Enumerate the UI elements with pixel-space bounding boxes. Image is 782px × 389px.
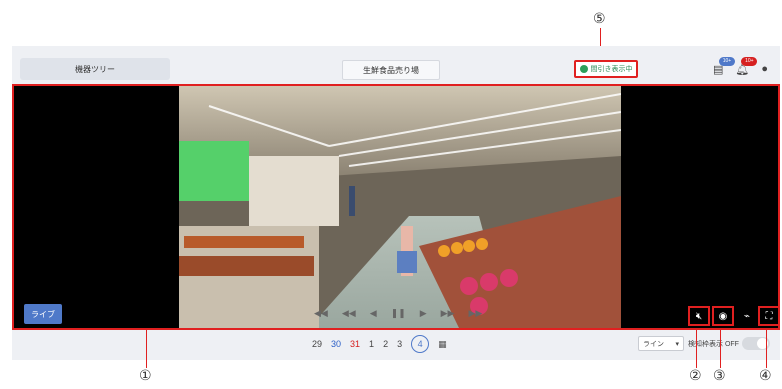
video-player[interactable]: ライブ ◀◀ ◀◀ ◀ ❚❚ ▶ ▶▶ ▶▶ 🔇︎ ◉ ⌁ ⛶	[12, 84, 780, 330]
play-icon[interactable]: ▶	[420, 308, 427, 319]
message-icon[interactable]: ▤ 10+	[713, 56, 735, 76]
camera-icon: ◉	[718, 310, 728, 322]
callout-2-leader	[696, 330, 697, 368]
camera-feed-image	[179, 86, 621, 328]
bell-icon[interactable]: 🔔︎ 10+	[735, 56, 758, 76]
info-icon	[579, 65, 588, 73]
thinned-display-indicator[interactable]: 間引き表示中	[574, 60, 638, 78]
callout-3: ③	[713, 367, 726, 383]
calendar-icon[interactable]: ▦	[438, 339, 447, 350]
line-toggle-button[interactable]: ⌁	[736, 306, 758, 326]
thinned-display-label: 間引き表示中	[590, 66, 633, 73]
callout-3-leader	[720, 330, 721, 368]
location-label: 生鮮食品売り場	[363, 65, 419, 75]
alert-badge: 10+	[741, 56, 758, 66]
speaker-mute-icon: 🔇︎	[695, 310, 703, 322]
skip-back-icon[interactable]: ◀◀	[314, 308, 328, 319]
fullscreen-button[interactable]: ⛶	[758, 306, 780, 326]
snapshot-button[interactable]: ◉	[712, 306, 734, 326]
date-item[interactable]: 31	[350, 339, 360, 349]
mute-button[interactable]: 🔇︎	[688, 306, 710, 326]
live-label: ライブ	[31, 309, 55, 319]
date-item[interactable]: 29	[312, 339, 322, 349]
header-icons: ▤ 10+ 🔔︎ 10+ ●	[713, 56, 768, 78]
date-item[interactable]: 3	[397, 339, 402, 349]
forward-icon[interactable]: ▶▶	[441, 308, 455, 319]
user-icon[interactable]: ●	[761, 63, 768, 75]
message-badge: 10+	[718, 56, 735, 66]
callout-2: ②	[689, 367, 702, 383]
playback-controls: ◀◀ ◀◀ ◀ ❚❚ ▶ ▶▶ ▶▶	[314, 308, 482, 319]
callout-4: ④	[759, 367, 772, 383]
top-bar: 機器ツリー 生鮮食品売り場 間引き表示中 ▤ 10+ 🔔︎ 10+ ●	[12, 56, 780, 82]
step-back-icon[interactable]: ◀	[370, 308, 377, 319]
callout-4-leader	[766, 330, 767, 368]
pause-icon[interactable]: ❚❚	[391, 308, 406, 319]
line-select-value: ライン	[643, 340, 664, 348]
live-button[interactable]: ライブ	[24, 304, 62, 324]
date-item[interactable]: 2	[383, 339, 388, 349]
date-strip: 29 30 31 1 2 3 4 ▦	[312, 334, 447, 354]
date-item[interactable]: 30	[331, 339, 341, 349]
date-item[interactable]: 1	[369, 339, 374, 349]
skip-forward-icon[interactable]: ▶▶	[468, 308, 482, 319]
chevron-down-icon: ▾	[675, 340, 679, 348]
rewind-icon[interactable]: ◀◀	[342, 308, 356, 319]
line-icon: ⌁	[743, 310, 751, 322]
fullscreen-icon: ⛶	[765, 310, 773, 322]
date-item-selected[interactable]: 4	[411, 335, 430, 353]
device-tree-label: 機器ツリー	[75, 64, 115, 74]
device-tree-button[interactable]: 機器ツリー	[20, 58, 170, 80]
callout-5: ⑤	[593, 10, 606, 26]
callout-1: ①	[139, 367, 152, 383]
location-button[interactable]: 生鮮食品売り場	[342, 60, 440, 80]
callout-1-leader	[146, 330, 147, 368]
line-select[interactable]: ライン ▾	[638, 336, 684, 351]
